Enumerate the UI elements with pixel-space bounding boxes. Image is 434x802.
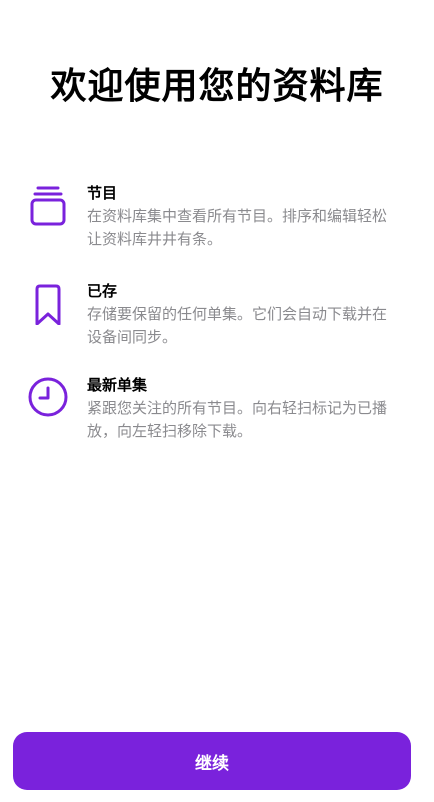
feature-title: 最新单集 (87, 376, 148, 394)
feature-latest-episodes: 最新单集 紧跟您关注的所有节目。向右轻扫标记为已播放，向左轻扫移除下载。 (26, 375, 406, 455)
feature-description: 在资料库集中查看所有节目。排序和编辑轻松让资料库井井有条。 (87, 207, 388, 248)
stack-icon (26, 183, 70, 227)
bookmark-icon (26, 281, 70, 326)
feature-title: 节目 (87, 184, 118, 202)
page-title: 欢迎使用您的资料库 (50, 66, 384, 107)
feature-title: 已存 (87, 282, 118, 300)
feature-saved: 已存 存储要保留的任何单集。它们会自动下载并在设备间同步。 (26, 281, 406, 361)
clock-icon (26, 375, 70, 419)
feature-shows: 节目 在资料库集中查看所有节目。排序和编辑轻松让资料库井井有条。 (26, 183, 406, 263)
continue-button[interactable]: 继续 (13, 732, 411, 790)
feature-description: 存储要保留的任何单集。它们会自动下载并在设备间同步。 (87, 305, 388, 346)
feature-description: 紧跟您关注的所有节目。向右轻扫标记为已播放，向左轻扫移除下载。 (87, 399, 388, 440)
